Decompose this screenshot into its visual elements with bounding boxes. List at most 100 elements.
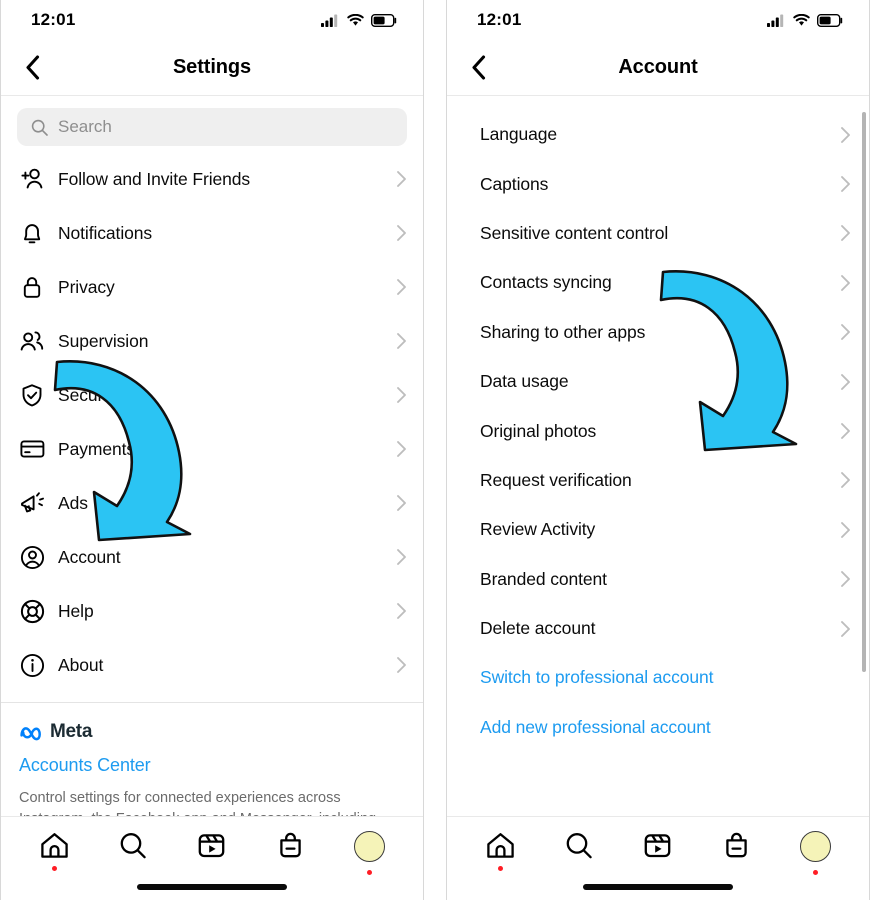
account-option-list: Language Captions Sensitive content cont…: [447, 96, 869, 752]
people-icon: [17, 329, 47, 353]
battery-icon: [371, 13, 397, 27]
vertical-scrollbar[interactable]: [862, 112, 866, 672]
meta-infinity-icon: [20, 726, 41, 740]
chevron-right-icon: [833, 224, 851, 242]
nav-header: Account: [447, 40, 869, 96]
chevron-right-icon: [389, 440, 407, 458]
panel-gap: [424, 0, 446, 900]
sidebar-item-notifications[interactable]: Notifications: [1, 206, 423, 260]
tab-reels[interactable]: [629, 831, 687, 871]
account-item-language[interactable]: Language: [447, 110, 869, 159]
sidebar-item-payments[interactable]: Payments: [1, 422, 423, 476]
search-icon: [31, 119, 48, 136]
account-item-original-photos[interactable]: Original photos: [447, 406, 869, 455]
meta-accounts-center-block: Meta Accounts Center Control settings fo…: [1, 703, 423, 816]
tab-reels[interactable]: [183, 831, 241, 871]
bottom-tab-bar: [1, 816, 423, 900]
sidebar-item-label: Follow and Invite Friends: [58, 168, 251, 189]
shield-check-icon: [17, 383, 47, 408]
account-item-review-activity[interactable]: Review Activity: [447, 505, 869, 554]
sidebar-item-help[interactable]: Help: [1, 584, 423, 638]
chevron-right-icon: [833, 373, 851, 391]
chevron-right-icon: [389, 656, 407, 674]
chevron-right-icon: [389, 170, 407, 188]
shop-bag-icon: [726, 832, 748, 858]
back-button[interactable]: [461, 51, 495, 85]
account-item-switch-to-professional-account[interactable]: Switch to professional account: [447, 653, 869, 702]
sidebar-item-ads[interactable]: Ads: [1, 476, 423, 530]
tab-search[interactable]: [550, 831, 608, 871]
sidebar-item-label: About: [58, 654, 104, 675]
tab-home[interactable]: [471, 831, 529, 871]
tab-shop[interactable]: [262, 831, 320, 871]
info-circle-icon: [17, 653, 47, 678]
nav-header: Settings: [1, 40, 423, 96]
wifi-icon: [347, 13, 364, 26]
cellular-bars-icon: [321, 14, 338, 27]
tab-shop[interactable]: [708, 831, 766, 871]
tab-search[interactable]: [104, 831, 162, 871]
sidebar-item-supervision[interactable]: Supervision: [1, 314, 423, 368]
credit-card-icon: [17, 438, 47, 460]
sidebar-item-follow-and-invite-friends[interactable]: Follow and Invite Friends: [1, 152, 423, 206]
account-item-label: Review Activity: [480, 519, 596, 540]
sidebar-item-security[interactable]: Security: [1, 368, 423, 422]
account-item-label: Captions: [480, 173, 549, 194]
account-item-contacts-syncing[interactable]: Contacts syncing: [447, 258, 869, 307]
account-scroll-area: Language Captions Sensitive content cont…: [447, 96, 869, 816]
left-phone-settings-screen: 12:01 Settings Search Follow and Invite …: [0, 0, 424, 900]
tab-home[interactable]: [25, 831, 83, 871]
account-item-label: Sharing to other apps: [480, 321, 646, 342]
battery-icon: [817, 13, 843, 27]
chevron-right-icon: [833, 471, 851, 489]
account-item-sharing-to-other-apps[interactable]: Sharing to other apps: [447, 308, 869, 357]
account-item-label: Data usage: [480, 371, 569, 392]
account-item-label: Branded content: [480, 568, 607, 589]
sidebar-item-about[interactable]: About: [1, 638, 423, 692]
account-item-label: Request verification: [480, 469, 632, 490]
search-input[interactable]: Search: [17, 108, 407, 146]
accounts-center-link[interactable]: Accounts Center: [19, 755, 405, 776]
status-bar: 12:01: [1, 0, 423, 40]
sidebar-item-privacy[interactable]: Privacy: [1, 260, 423, 314]
settings-scroll-area: Search Follow and Invite Friends Notific…: [1, 96, 423, 816]
home-indicator: [137, 884, 287, 890]
lifebuoy-icon: [17, 599, 47, 624]
account-item-branded-content[interactable]: Branded content: [447, 555, 869, 604]
meta-description: Control settings for connected experienc…: [19, 790, 376, 816]
sidebar-item-label: Privacy: [58, 276, 115, 297]
home-badge-dot: [51, 866, 57, 871]
reels-icon: [645, 834, 671, 858]
account-item-sensitive-content-control[interactable]: Sensitive content control: [447, 209, 869, 258]
page-title: Settings: [172, 56, 252, 78]
chevron-right-icon: [833, 521, 851, 539]
bell-icon: [17, 221, 47, 246]
sidebar-item-label: Security: [58, 384, 121, 405]
chevron-right-icon: [389, 224, 407, 242]
profile-badge-dot: [367, 870, 373, 875]
chevron-right-icon: [389, 548, 407, 566]
chevron-right-icon: [833, 126, 851, 144]
chevron-right-icon: [833, 620, 851, 638]
account-item-captions[interactable]: Captions: [447, 159, 869, 208]
back-button[interactable]: [15, 51, 49, 85]
status-clock: 12:01: [477, 10, 522, 29]
lock-icon: [17, 275, 47, 300]
status-clock: 12:01: [31, 10, 76, 29]
sidebar-item-label: Account: [58, 546, 121, 567]
account-item-data-usage[interactable]: Data usage: [447, 357, 869, 406]
tab-profile[interactable]: [787, 831, 845, 875]
page-title: Account: [618, 56, 698, 78]
dual-phone-screenshot: 12:01 Settings Search Follow and Invite …: [0, 0, 873, 900]
person-add-icon: [17, 167, 47, 191]
megaphone-icon: [17, 491, 47, 515]
tab-profile[interactable]: [341, 831, 399, 875]
avatar: [354, 831, 386, 862]
meta-logo: Meta: [19, 721, 405, 743]
account-item-add-new-professional-account[interactable]: Add new professional account: [447, 703, 869, 752]
search-placeholder: Search: [58, 117, 112, 136]
sidebar-item-account[interactable]: Account: [1, 530, 423, 584]
account-item-request-verification[interactable]: Request verification: [447, 456, 869, 505]
account-item-delete-account[interactable]: Delete account: [447, 604, 869, 653]
bottom-tab-bar: [447, 816, 869, 900]
